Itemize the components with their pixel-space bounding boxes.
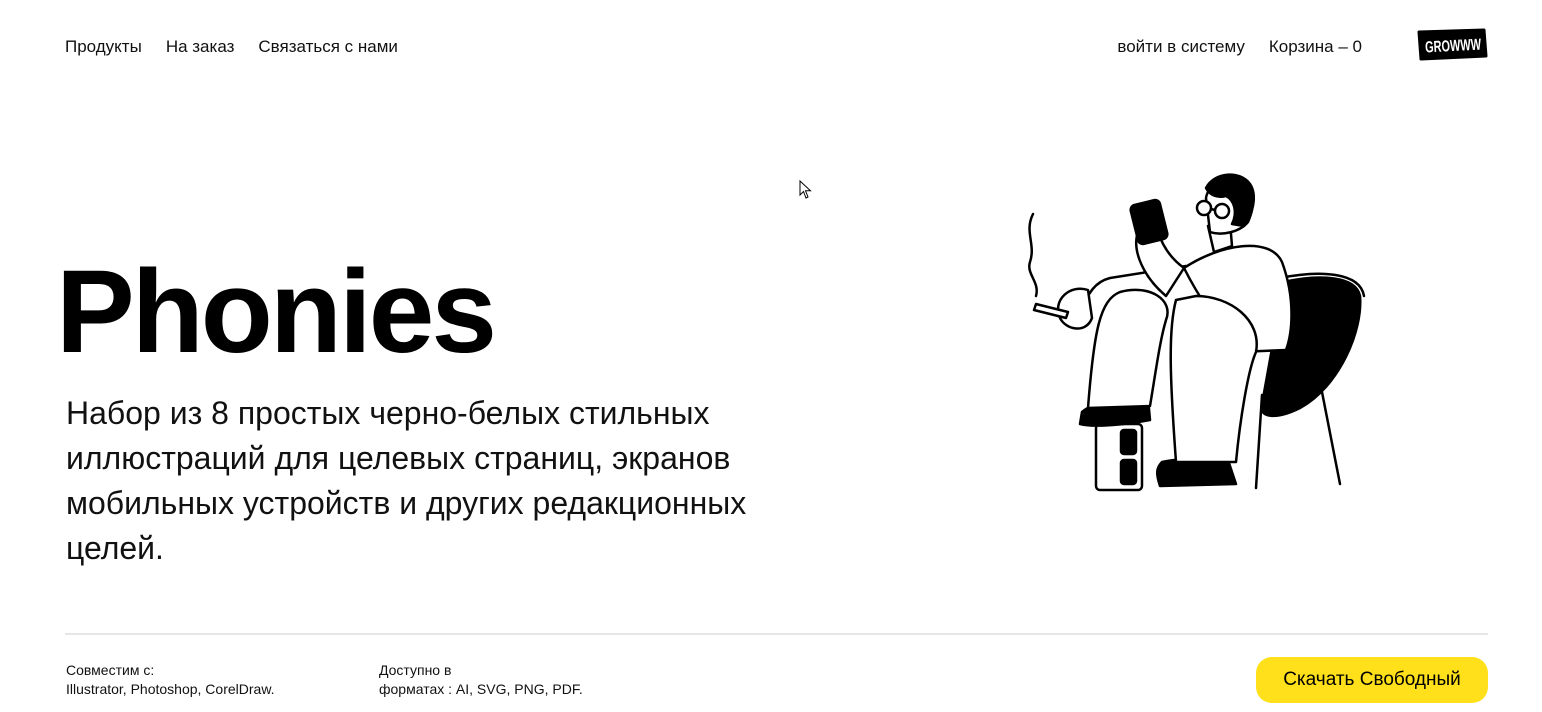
download-free-button[interactable]: Скачать Свободный: [1256, 657, 1488, 703]
compatibility-label: Совместим с:: [66, 662, 155, 678]
page-title: Phonies: [56, 246, 497, 378]
man-with-phone-illustration: [1028, 173, 1366, 492]
footer-divider: [65, 633, 1488, 635]
nav-contact-link[interactable]: Связаться с нами: [258, 36, 398, 58]
cart-link[interactable]: Корзина – 0: [1269, 36, 1362, 58]
hero-description: Набор из 8 простых черно-белых стильных …: [66, 395, 747, 566]
growww-logo[interactable]: GROWWW: [1413, 28, 1488, 61]
nav-products-link[interactable]: Продукты: [65, 36, 142, 58]
mouse-cursor-icon: [799, 180, 812, 199]
logo-wordmark: GROWWW: [1425, 37, 1482, 57]
compatibility-value: Illustrator, Photoshop, CorelDraw.: [66, 681, 275, 697]
main-nav: Продукты На заказ Связаться с нами: [65, 36, 398, 58]
formats-value: форматах : AI, SVG, PNG, PDF.: [379, 681, 583, 697]
formats-label: Доступно в: [379, 662, 452, 678]
formats-info: Доступно в форматах : AI, SVG, PNG, PDF.: [379, 661, 583, 699]
nav-custom-order-link[interactable]: На заказ: [166, 36, 235, 58]
compatibility-info: Совместим с: Illustrator, Photoshop, Cor…: [66, 661, 275, 699]
account-nav: войти в систему Корзина – 0: [1117, 36, 1362, 58]
login-link[interactable]: войти в систему: [1117, 36, 1244, 58]
